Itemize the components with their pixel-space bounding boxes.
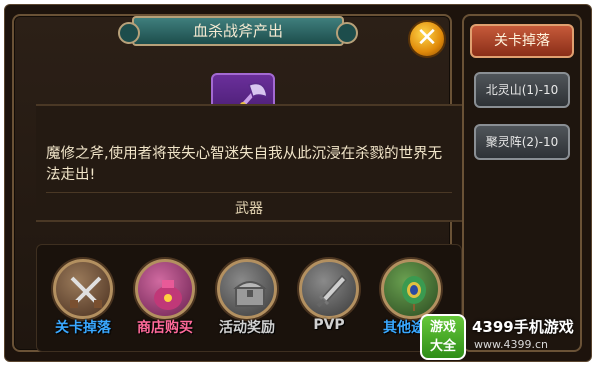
source-button-stage-drop[interactable]: 关卡掉落	[45, 259, 121, 349]
crossed-swords-icon	[70, 276, 102, 308]
treasure-bag-icon	[154, 280, 182, 310]
treasure-chest-icon	[233, 281, 267, 307]
dagger-icon	[316, 274, 348, 308]
item-description-panel: 魔修之斧,使用者将丧失心智迷失自我从此沉浸在杀戮的世界无法走出! 武器	[36, 104, 462, 222]
stage-button-beilingshan[interactable]: 北灵山(1)-10	[474, 72, 570, 108]
watermark-badge-bottom: 大全	[429, 339, 456, 354]
watermark: 游戏 大全 4399手机游戏 www.4399.cn	[420, 314, 592, 360]
source-label: PVP	[313, 317, 345, 333]
dialog-title: 血杀战斧产出	[118, 16, 358, 46]
source-label: 活动奖励	[219, 320, 275, 336]
watermark-badge-top: 游戏	[429, 320, 456, 335]
source-label: 商店购买	[137, 320, 193, 336]
watermark-title: 4399手机游戏	[472, 318, 574, 336]
source-button-shop[interactable]: 商店购买	[127, 259, 203, 349]
source-label: 关卡掉落	[55, 320, 111, 336]
watermark-badge: 游戏 大全	[420, 314, 466, 360]
watermark-url: www.4399.cn	[474, 338, 548, 351]
source-button-pvp[interactable]: PVP	[291, 259, 367, 349]
source-button-event-reward[interactable]: 活动奖励	[209, 259, 285, 349]
item-description: 魔修之斧,使用者将丧失心智迷失自我从此沉浸在杀戮的世界无法走出!	[46, 146, 443, 183]
stage-button-julingzhen[interactable]: 聚灵阵(2)-10	[474, 124, 570, 160]
stage-drop-panel: 关卡掉落 北灵山(1)-10 聚灵阵(2)-10	[462, 14, 582, 352]
close-icon: ✕	[416, 23, 438, 53]
close-button[interactable]: ✕	[408, 20, 446, 58]
peacock-feather-icon	[402, 276, 426, 311]
divider	[46, 192, 452, 193]
item-type-label: 武器	[235, 201, 263, 217]
side-panel-header: 关卡掉落	[470, 24, 574, 58]
source-buttons-row: 关卡掉落 商店购买 活动奖励 PVP 其他途径	[36, 244, 462, 352]
item-source-dialog: 血杀战斧产出 魔修之斧,使用者将丧失心智迷失自我从此沉浸在杀戮的世界无法走出! …	[12, 14, 462, 352]
